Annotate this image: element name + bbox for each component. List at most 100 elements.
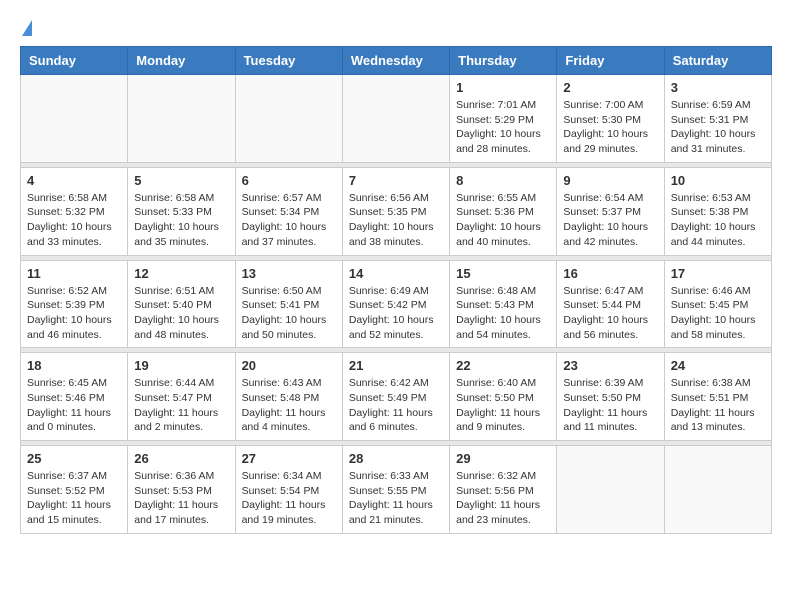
weekday-header-tuesday: Tuesday <box>235 47 342 75</box>
week-row-5: 25Sunrise: 6:37 AM Sunset: 5:52 PM Dayli… <box>21 446 772 534</box>
calendar-cell: 21 Sunrise: 6:42 AM Sunset: 5:49 PM Dayli… <box>342 353 449 441</box>
page-header <box>20 20 772 36</box>
day-info: Sunrise: 6:32 AM Sunset: 5:56 PM Dayligh… <box>456 469 550 528</box>
weekday-header-sunday: Sunday <box>21 47 128 75</box>
calendar-cell: 4Sunrise: 6:58 AM Sunset: 5:32 PM Daylig… <box>21 167 128 255</box>
day-info: Sunrise: 6:57 AM Sunset: 5:34 PM Dayligh… <box>242 191 336 250</box>
day-number: 4 <box>27 173 121 188</box>
day-number: 26 <box>134 451 228 466</box>
day-info: Sunrise: 6:42 AM Sunset: 5:49 PM Dayligh… <box>349 376 443 435</box>
day-number: 9 <box>563 173 657 188</box>
calendar-cell <box>235 75 342 163</box>
weekday-header-monday: Monday <box>128 47 235 75</box>
day-info: Sunrise: 6:51 AM Sunset: 5:40 PM Dayligh… <box>134 284 228 343</box>
day-info: Sunrise: 7:00 AM Sunset: 5:30 PM Dayligh… <box>563 98 657 157</box>
day-info: Sunrise: 6:40 AM Sunset: 5:50 PM Dayligh… <box>456 376 550 435</box>
calendar-cell: 3 Sunrise: 6:59 AM Sunset: 5:31 PM Daylig… <box>664 75 771 163</box>
day-number: 6 <box>242 173 336 188</box>
day-number: 14 <box>349 266 443 281</box>
calendar-cell: 26Sunrise: 6:36 AM Sunset: 5:53 PM Dayli… <box>128 446 235 534</box>
day-info: Sunrise: 6:59 AM Sunset: 5:31 PM Dayligh… <box>671 98 765 157</box>
day-number: 29 <box>456 451 550 466</box>
day-number: 5 <box>134 173 228 188</box>
calendar-cell: 20 Sunrise: 6:43 AM Sunset: 5:48 PM Dayli… <box>235 353 342 441</box>
weekday-header-thursday: Thursday <box>450 47 557 75</box>
day-number: 15 <box>456 266 550 281</box>
day-number: 17 <box>671 266 765 281</box>
calendar-cell <box>664 446 771 534</box>
day-info: Sunrise: 6:49 AM Sunset: 5:42 PM Dayligh… <box>349 284 443 343</box>
day-number: 20 <box>242 358 336 373</box>
week-row-4: 18Sunrise: 6:45 AM Sunset: 5:46 PM Dayli… <box>21 353 772 441</box>
week-row-1: 1Sunrise: 7:01 AM Sunset: 5:29 PM Daylig… <box>21 75 772 163</box>
calendar-cell: 25Sunrise: 6:37 AM Sunset: 5:52 PM Dayli… <box>21 446 128 534</box>
day-info: Sunrise: 6:50 AM Sunset: 5:41 PM Dayligh… <box>242 284 336 343</box>
day-number: 19 <box>134 358 228 373</box>
calendar-cell: 13 Sunrise: 6:50 AM Sunset: 5:41 PM Dayli… <box>235 260 342 348</box>
calendar-cell: 23 Sunrise: 6:39 AM Sunset: 5:50 PM Dayli… <box>557 353 664 441</box>
calendar-cell: 12 Sunrise: 6:51 AM Sunset: 5:40 PM Dayli… <box>128 260 235 348</box>
day-info: Sunrise: 7:01 AM Sunset: 5:29 PM Dayligh… <box>456 98 550 157</box>
day-info: Sunrise: 6:58 AM Sunset: 5:33 PM Dayligh… <box>134 191 228 250</box>
calendar-cell <box>21 75 128 163</box>
week-row-3: 11Sunrise: 6:52 AM Sunset: 5:39 PM Dayli… <box>21 260 772 348</box>
day-info: Sunrise: 6:53 AM Sunset: 5:38 PM Dayligh… <box>671 191 765 250</box>
day-info: Sunrise: 6:38 AM Sunset: 5:51 PM Dayligh… <box>671 376 765 435</box>
logo <box>20 20 32 36</box>
calendar-cell <box>557 446 664 534</box>
day-info: Sunrise: 6:33 AM Sunset: 5:55 PM Dayligh… <box>349 469 443 528</box>
calendar-cell: 28Sunrise: 6:33 AM Sunset: 5:55 PM Dayli… <box>342 446 449 534</box>
calendar-cell <box>128 75 235 163</box>
calendar-cell: 10 Sunrise: 6:53 AM Sunset: 5:38 PM Dayli… <box>664 167 771 255</box>
day-info: Sunrise: 6:39 AM Sunset: 5:50 PM Dayligh… <box>563 376 657 435</box>
calendar-cell: 22 Sunrise: 6:40 AM Sunset: 5:50 PM Dayli… <box>450 353 557 441</box>
day-info: Sunrise: 6:54 AM Sunset: 5:37 PM Dayligh… <box>563 191 657 250</box>
day-info: Sunrise: 6:44 AM Sunset: 5:47 PM Dayligh… <box>134 376 228 435</box>
day-info: Sunrise: 6:37 AM Sunset: 5:52 PM Dayligh… <box>27 469 121 528</box>
calendar-cell: 14 Sunrise: 6:49 AM Sunset: 5:42 PM Dayli… <box>342 260 449 348</box>
weekday-header-saturday: Saturday <box>664 47 771 75</box>
day-info: Sunrise: 6:43 AM Sunset: 5:48 PM Dayligh… <box>242 376 336 435</box>
day-number: 3 <box>671 80 765 95</box>
day-number: 12 <box>134 266 228 281</box>
calendar-cell: 7 Sunrise: 6:56 AM Sunset: 5:35 PM Daylig… <box>342 167 449 255</box>
day-number: 18 <box>27 358 121 373</box>
calendar-cell: 18Sunrise: 6:45 AM Sunset: 5:46 PM Dayli… <box>21 353 128 441</box>
day-number: 11 <box>27 266 121 281</box>
calendar-cell: 15 Sunrise: 6:48 AM Sunset: 5:43 PM Dayli… <box>450 260 557 348</box>
logo-arrow-icon <box>22 20 32 36</box>
calendar-cell: 6 Sunrise: 6:57 AM Sunset: 5:34 PM Daylig… <box>235 167 342 255</box>
calendar-cell: 29 Sunrise: 6:32 AM Sunset: 5:56 PM Dayli… <box>450 446 557 534</box>
calendar-header-row: SundayMondayTuesdayWednesdayThursdayFrid… <box>21 47 772 75</box>
day-info: Sunrise: 6:47 AM Sunset: 5:44 PM Dayligh… <box>563 284 657 343</box>
calendar-cell: 16Sunrise: 6:47 AM Sunset: 5:44 PM Dayli… <box>557 260 664 348</box>
day-info: Sunrise: 6:34 AM Sunset: 5:54 PM Dayligh… <box>242 469 336 528</box>
calendar-cell <box>342 75 449 163</box>
day-number: 8 <box>456 173 550 188</box>
calendar-table: SundayMondayTuesdayWednesdayThursdayFrid… <box>20 46 772 534</box>
calendar-cell: 17 Sunrise: 6:46 AM Sunset: 5:45 PM Dayli… <box>664 260 771 348</box>
day-info: Sunrise: 6:48 AM Sunset: 5:43 PM Dayligh… <box>456 284 550 343</box>
day-number: 10 <box>671 173 765 188</box>
day-number: 13 <box>242 266 336 281</box>
day-info: Sunrise: 6:46 AM Sunset: 5:45 PM Dayligh… <box>671 284 765 343</box>
day-number: 24 <box>671 358 765 373</box>
calendar-cell: 5 Sunrise: 6:58 AM Sunset: 5:33 PM Daylig… <box>128 167 235 255</box>
day-number: 23 <box>563 358 657 373</box>
day-number: 7 <box>349 173 443 188</box>
calendar-cell: 2 Sunrise: 7:00 AM Sunset: 5:30 PM Daylig… <box>557 75 664 163</box>
weekday-header-wednesday: Wednesday <box>342 47 449 75</box>
calendar-cell: 8Sunrise: 6:55 AM Sunset: 5:36 PM Daylig… <box>450 167 557 255</box>
week-row-2: 4Sunrise: 6:58 AM Sunset: 5:32 PM Daylig… <box>21 167 772 255</box>
day-info: Sunrise: 6:56 AM Sunset: 5:35 PM Dayligh… <box>349 191 443 250</box>
calendar-cell: 19 Sunrise: 6:44 AM Sunset: 5:47 PM Dayli… <box>128 353 235 441</box>
day-number: 22 <box>456 358 550 373</box>
weekday-header-friday: Friday <box>557 47 664 75</box>
day-number: 2 <box>563 80 657 95</box>
calendar-cell: 11Sunrise: 6:52 AM Sunset: 5:39 PM Dayli… <box>21 260 128 348</box>
day-number: 27 <box>242 451 336 466</box>
calendar-cell: 9 Sunrise: 6:54 AM Sunset: 5:37 PM Daylig… <box>557 167 664 255</box>
day-number: 21 <box>349 358 443 373</box>
calendar-cell: 1Sunrise: 7:01 AM Sunset: 5:29 PM Daylig… <box>450 75 557 163</box>
calendar-cell: 27 Sunrise: 6:34 AM Sunset: 5:54 PM Dayli… <box>235 446 342 534</box>
